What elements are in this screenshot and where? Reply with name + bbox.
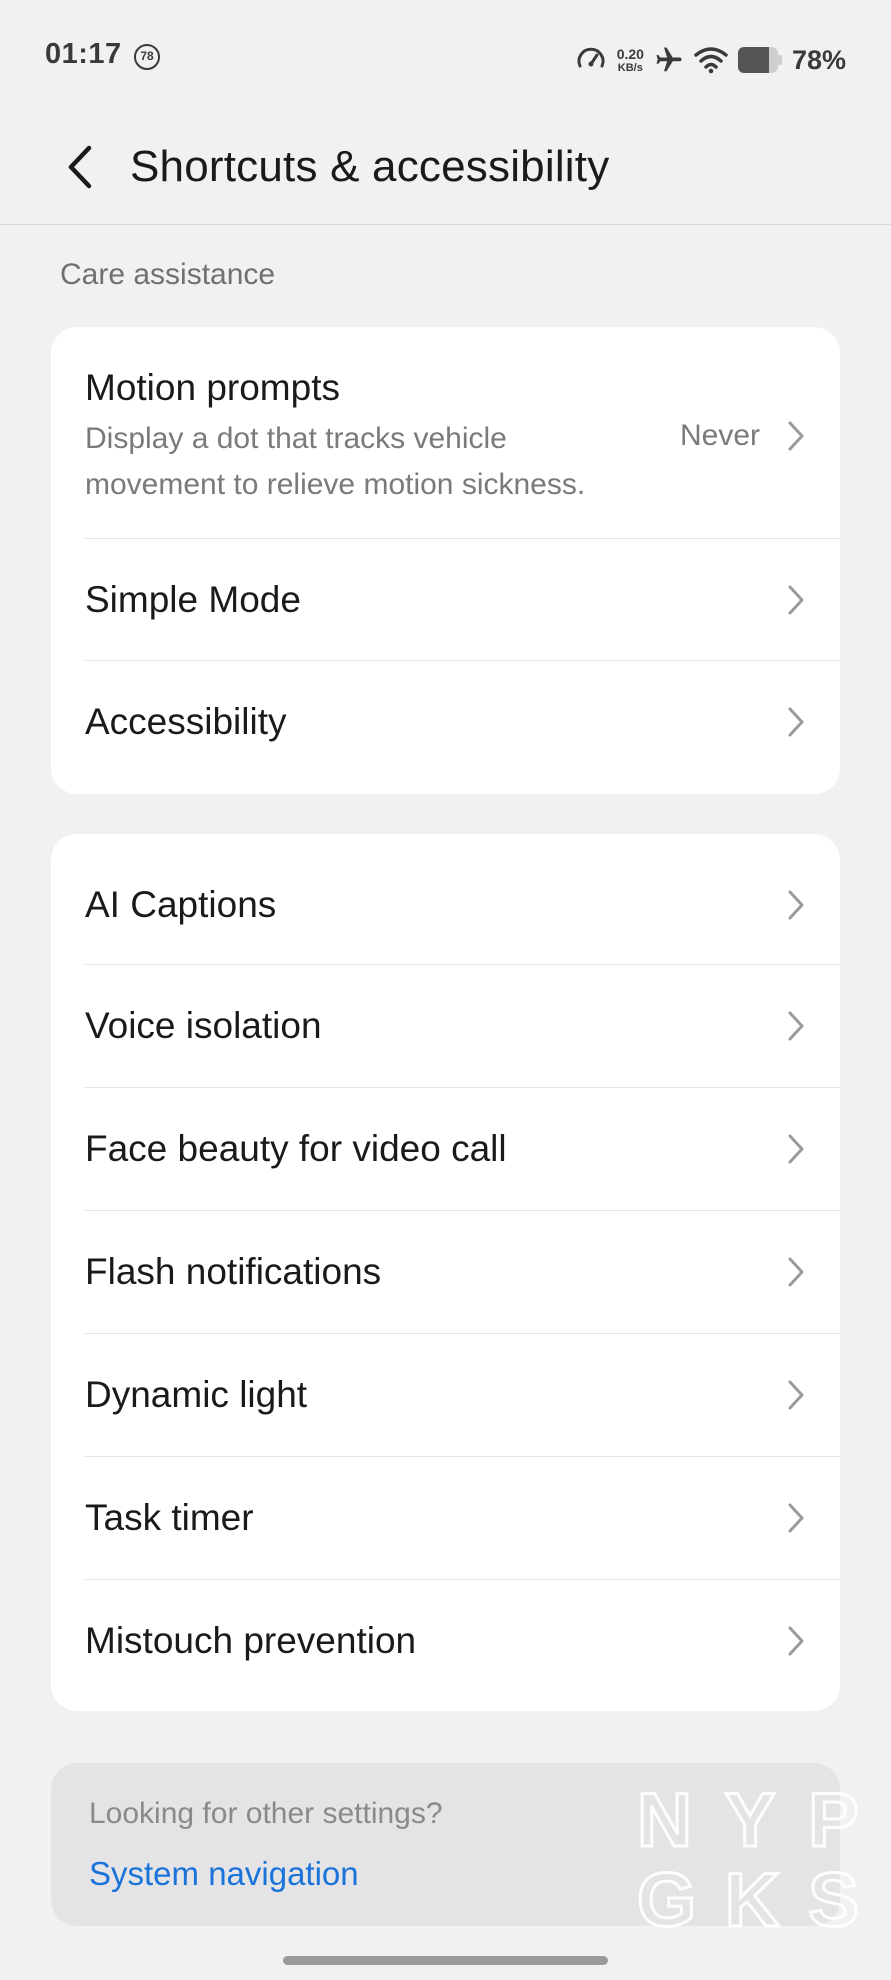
chevron-right-icon — [788, 890, 804, 920]
motion-prompts-description: Display a dot that tracks vehicle moveme… — [85, 422, 586, 501]
chevron-right-icon — [788, 1503, 804, 1533]
notification-count-badge: 78 — [134, 44, 160, 70]
motion-prompts-row[interactable]: Motion prompts Display a dot that tracks… — [85, 327, 840, 538]
simple-mode-row[interactable]: Simple Mode — [85, 539, 840, 660]
section-label-care-assistance: Care assistance — [60, 258, 276, 291]
face-beauty-row[interactable]: Face beauty for video call — [85, 1088, 840, 1210]
battery-icon — [737, 47, 782, 73]
accessibility-label: Accessibility — [85, 700, 287, 742]
dynamic-light-label: Dynamic light — [85, 1374, 308, 1415]
voice-isolation-row[interactable]: Voice isolation — [85, 965, 840, 1087]
dynamic-light-row[interactable]: Dynamic light — [85, 1334, 840, 1456]
system-navigation-link[interactable]: System navigation — [89, 1855, 359, 1893]
page-title: Shortcuts & accessibility — [130, 142, 610, 191]
watermark-line1: NYP — [637, 1778, 859, 1863]
features-card: AI Captions Voice isolation Face beauty … — [51, 834, 840, 1711]
other-settings-question: Looking for other settings? — [89, 1797, 443, 1830]
chevron-right-icon — [788, 1011, 804, 1041]
chevron-right-icon — [788, 1626, 804, 1656]
accessibility-row[interactable]: Accessibility — [85, 661, 840, 782]
chevron-right-icon — [788, 707, 804, 736]
mistouch-prevention-row[interactable]: Mistouch prevention — [85, 1580, 840, 1702]
app-header: Shortcuts & accessibility — [0, 118, 891, 225]
chevron-right-icon — [788, 1257, 804, 1287]
task-timer-row[interactable]: Task timer — [85, 1457, 840, 1579]
flash-notifications-label: Flash notifications — [85, 1251, 382, 1292]
simple-mode-label: Simple Mode — [85, 578, 301, 620]
chevron-right-icon — [788, 421, 804, 451]
status-icons: 0.20 KB/s 78% — [575, 40, 846, 80]
battery-percent: 78% — [791, 44, 846, 75]
status-bar: 01:17 78 0.20 KB/s 78% — [0, 0, 891, 118]
wifi-icon — [694, 46, 728, 74]
network-speed-unit: KB/s — [617, 61, 643, 74]
motion-prompts-value: Never — [679, 419, 760, 452]
ai-captions-row[interactable]: AI Captions — [85, 844, 840, 966]
task-timer-label: Task timer — [85, 1497, 254, 1538]
chevron-right-icon — [788, 1380, 804, 1410]
watermark-logo: NYP GKS — [636, 1777, 861, 1935]
status-time: 01:17 — [45, 38, 122, 70]
chevron-right-icon — [788, 585, 804, 614]
flash-notifications-row[interactable]: Flash notifications — [85, 1211, 840, 1333]
speedometer-icon — [575, 44, 607, 76]
network-speed: 0.20 KB/s — [617, 47, 644, 74]
home-indicator[interactable] — [283, 1956, 608, 1965]
voice-isolation-label: Voice isolation — [85, 1005, 322, 1046]
ai-captions-label: AI Captions — [85, 884, 277, 925]
back-arrow-icon — [68, 145, 92, 189]
mistouch-prevention-label: Mistouch prevention — [85, 1620, 417, 1661]
back-button[interactable] — [52, 132, 108, 202]
face-beauty-label: Face beauty for video call — [85, 1128, 507, 1169]
watermark-line2: GKS — [637, 1858, 859, 1934]
chevron-right-icon — [788, 1134, 804, 1164]
motion-prompts-title: Motion prompts — [85, 367, 340, 408]
network-speed-value: 0.20 — [616, 45, 644, 62]
airplane-icon — [654, 45, 684, 75]
care-assistance-card: Motion prompts Display a dot that tracks… — [51, 327, 840, 794]
